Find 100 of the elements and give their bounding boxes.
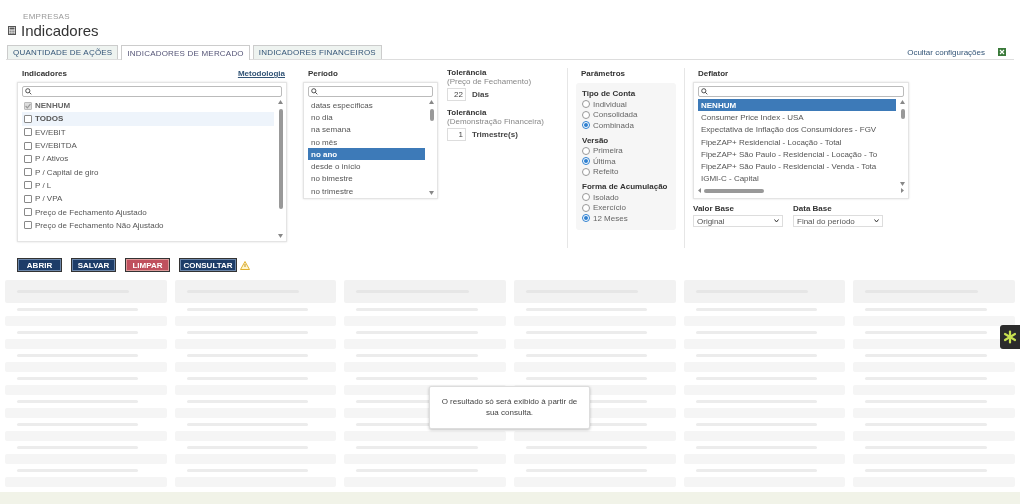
action-button[interactable]: LIMPAR — [125, 258, 170, 272]
search-field[interactable] — [22, 86, 282, 97]
scroll-up-icon[interactable] — [900, 100, 905, 104]
radio-button[interactable] — [582, 100, 590, 109]
radio-option[interactable]: Isolado — [582, 192, 670, 203]
tolerance-title: Tolerância — [447, 108, 488, 117]
search-field[interactable] — [698, 86, 904, 97]
tolerance-note: (Demonstração Financeira) — [447, 117, 545, 126]
action-button[interactable]: SALVAR — [71, 258, 116, 272]
page-title: Indicadores — [21, 22, 99, 39]
checkbox[interactable] — [24, 208, 32, 216]
deflator-option[interactable]: Consumer Price Index - USA — [698, 111, 896, 124]
radio-option[interactable]: Consolidada — [582, 109, 670, 120]
scroll-right-icon[interactable] — [901, 188, 904, 194]
period-option[interactable]: no bimestre — [308, 172, 425, 186]
action-button[interactable]: ABRIR — [17, 258, 62, 272]
radio-option[interactable]: Última — [582, 156, 670, 167]
period-option[interactable]: na semana — [308, 123, 425, 136]
group-title: Versão — [582, 135, 610, 145]
indicator-option[interactable]: Preço de Fechamento Não Ajustado — [22, 218, 274, 232]
column-title: Indicadores — [22, 69, 67, 78]
methodology-link[interactable]: Metodologia — [237, 69, 285, 78]
tab[interactable]: INDICADORES DE MERCADO — [121, 45, 250, 60]
radio-button[interactable] — [582, 157, 590, 166]
scroll-up-icon[interactable] — [429, 100, 434, 104]
indicator-option[interactable]: P / VPA — [22, 192, 274, 206]
group-title: Tipo de Conta — [582, 89, 637, 98]
search-icon — [701, 88, 708, 95]
deflator-option[interactable]: FipeZAP+ São Paulo - Residencial - Venda - Tota — [698, 160, 896, 173]
deflator-option[interactable]: Expectativa de Inflação dos Consumidores - FGV — [698, 123, 896, 136]
indicator-option[interactable]: P / Ativos — [22, 152, 274, 166]
dropdown[interactable]: Final do período — [793, 215, 883, 227]
tab[interactable]: INDICADORES FINANCEIROS — [252, 45, 382, 59]
dropdown[interactable]: Original — [693, 215, 783, 227]
radio-button[interactable] — [582, 146, 590, 155]
deflator-option[interactable]: IGMI-C - Capital — [698, 172, 896, 186]
scrollbar-thumb[interactable] — [704, 188, 764, 193]
period-option[interactable]: desde o início — [308, 160, 425, 173]
radio-button[interactable] — [582, 193, 590, 202]
radio-button[interactable] — [582, 214, 590, 223]
period-option[interactable]: no dia — [308, 111, 425, 124]
checkbox[interactable] — [24, 221, 32, 230]
checkbox[interactable] — [24, 181, 32, 190]
radio-option[interactable]: Exercício — [582, 202, 670, 213]
spreadsheet-icon[interactable] — [998, 48, 1006, 56]
result-message: O resultado só será exibido à partir de sua consulta. — [429, 386, 590, 429]
tolerance-note: (Preço de Fechamento) — [447, 77, 533, 86]
deflator-option[interactable]: FipeZAP+ Residencial - Locação - Total — [698, 135, 896, 149]
period-option[interactable]: no mês — [308, 135, 425, 149]
period-option[interactable]: no trimestre — [308, 185, 425, 198]
checkbox[interactable] — [24, 128, 32, 137]
indicator-option[interactable]: P / L — [22, 178, 274, 193]
tolerance-field[interactable]: 22 — [447, 88, 466, 101]
deflator-option[interactable]: NENHUM — [698, 99, 896, 112]
period-option[interactable]: datas específicas — [308, 99, 425, 112]
column-title: Período — [308, 69, 338, 78]
indicator-option[interactable]: Preço de Fechamento Ajustado — [22, 205, 274, 219]
calculator-icon — [8, 26, 16, 35]
checkbox[interactable] — [24, 154, 32, 163]
checkbox[interactable] — [24, 168, 32, 177]
radio-option[interactable]: Refeito — [582, 166, 670, 177]
deflator-option[interactable]: FipeZAP+ São Paulo - Residencial - Locação - To — [698, 148, 896, 161]
action-button[interactable]: CONSULTAR — [179, 258, 237, 272]
indicator-option[interactable]: P / Capital de giro — [22, 165, 274, 179]
checkbox[interactable] — [24, 141, 32, 150]
scrollbar-thumb[interactable] — [278, 109, 283, 209]
scrollbar-thumb[interactable] — [900, 109, 905, 119]
period-option[interactable]: no ano — [308, 148, 425, 161]
radio-button[interactable] — [582, 110, 590, 119]
radio-option[interactable]: Individual — [582, 99, 670, 110]
radio-option[interactable]: Combinada — [582, 120, 670, 131]
checkbox[interactable] — [24, 114, 32, 123]
scroll-up-icon[interactable] — [278, 100, 283, 104]
checkbox[interactable] — [24, 194, 32, 203]
scroll-down-icon[interactable] — [900, 182, 905, 186]
scroll-down-icon[interactable] — [278, 234, 283, 238]
scroll-down-icon[interactable] — [429, 191, 434, 195]
radio-button[interactable] — [582, 167, 590, 176]
radio-button[interactable] — [582, 203, 590, 212]
warning-icon — [240, 260, 250, 270]
tolerance-unit: Trimestre(s) — [472, 130, 518, 139]
column-title: Parâmetros — [581, 69, 626, 78]
indicator-option[interactable]: TODOS — [22, 112, 274, 126]
indicator-option[interactable]: EV/EBIT — [22, 125, 274, 139]
scrollbar-thumb[interactable] — [429, 109, 434, 121]
tab[interactable]: QUANTIDADE DE AÇÕES — [7, 45, 119, 59]
asterisk-icon[interactable] — [1000, 325, 1020, 349]
scroll-left-icon[interactable] — [698, 188, 701, 194]
column-title: Deflator — [698, 69, 729, 78]
search-icon — [311, 88, 318, 95]
radio-button[interactable] — [582, 121, 590, 130]
tolerance-unit: Dias — [472, 90, 489, 99]
indicator-option[interactable]: EV/EBITDA — [22, 138, 274, 153]
search-field[interactable] — [308, 86, 433, 97]
caret-icon — [874, 219, 879, 223]
radio-option[interactable]: Primeira — [582, 145, 670, 156]
caret-icon — [774, 219, 779, 223]
tolerance-field[interactable]: 1 — [447, 128, 466, 141]
radio-option[interactable]: 12 Meses — [582, 213, 670, 224]
hide-settings-link[interactable]: Ocultar configurações — [907, 47, 985, 57]
